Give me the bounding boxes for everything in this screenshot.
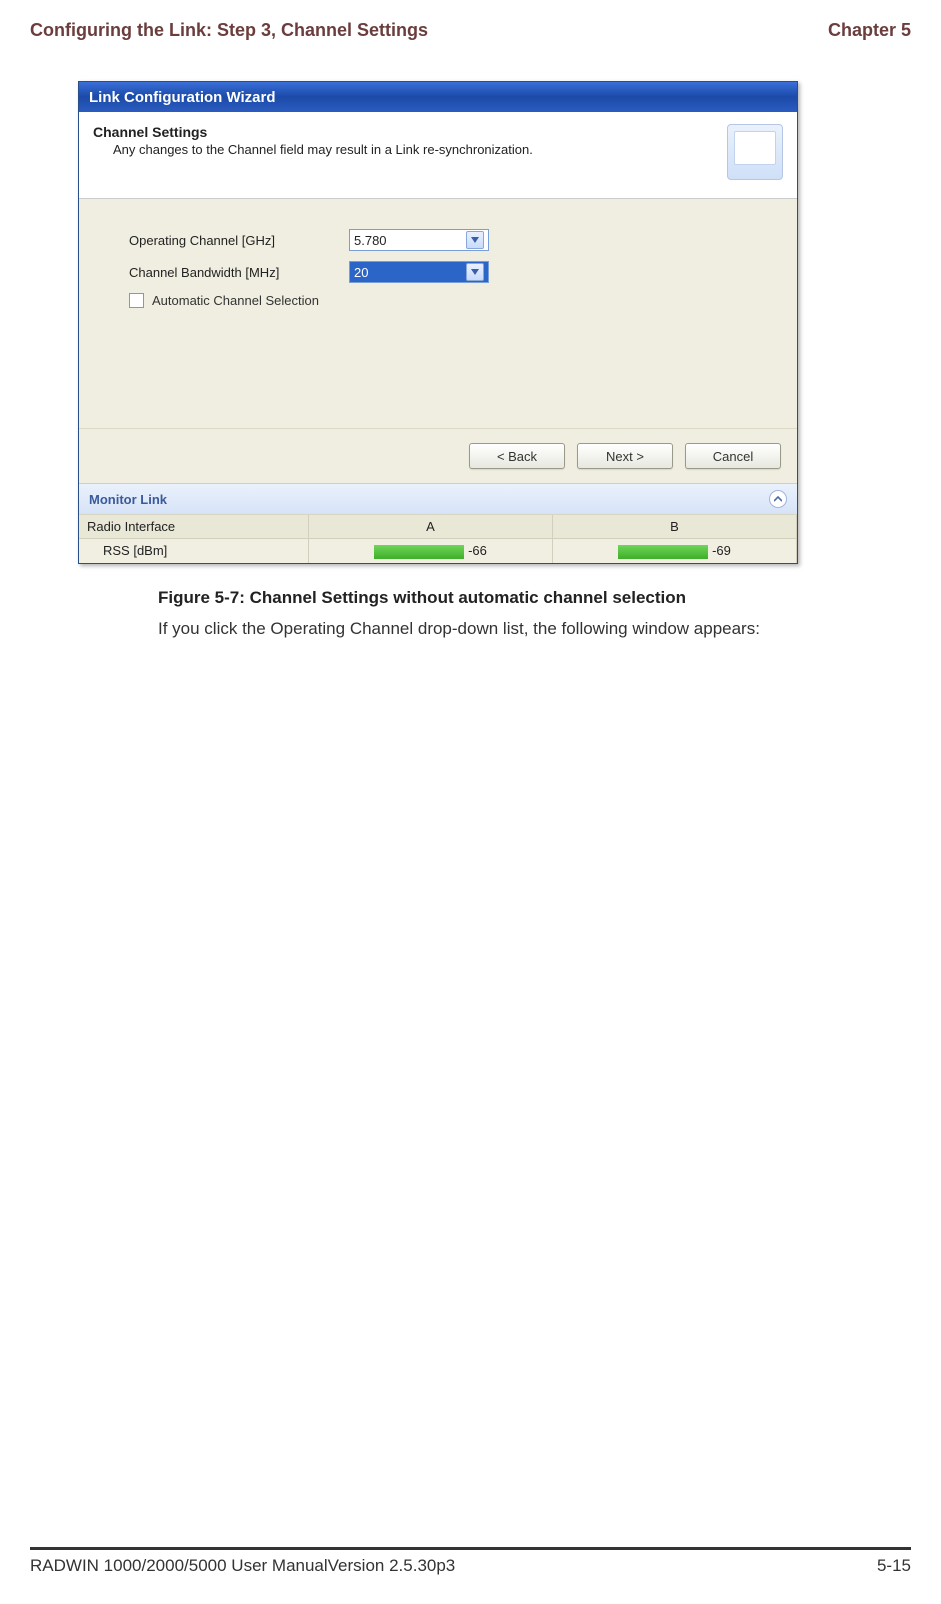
section-desc: Any changes to the Channel field may res… — [113, 142, 533, 157]
collapse-icon[interactable] — [769, 490, 787, 508]
footer-left: RADWIN 1000/2000/5000 User ManualVersion… — [30, 1556, 455, 1576]
op-channel-label: Operating Channel [GHz] — [129, 233, 349, 248]
body-paragraph: If you click the Operating Channel drop-… — [158, 618, 871, 641]
chevron-down-icon[interactable] — [466, 263, 484, 281]
col-b-header: B — [553, 515, 797, 538]
wizard-window: Link Configuration Wizard Channel Settin… — [78, 81, 798, 564]
next-button[interactable]: Next > — [577, 443, 673, 469]
wizard-title: Link Configuration Wizard — [89, 89, 276, 106]
cancel-button[interactable]: Cancel — [685, 443, 781, 469]
rss-b-cell: -69 — [553, 539, 797, 563]
rss-a-cell: -66 — [309, 539, 553, 563]
footer-right: 5-15 — [877, 1556, 911, 1576]
rss-a-value: -66 — [468, 543, 487, 558]
monitor-link-title: Monitor Link — [89, 492, 167, 507]
op-channel-select[interactable]: 5.780 — [349, 229, 489, 251]
acs-label: Automatic Channel Selection — [152, 293, 319, 308]
bandwidth-label: Channel Bandwidth [MHz] — [129, 265, 349, 280]
wizard-titlebar: Link Configuration Wizard — [79, 82, 797, 112]
figure-caption: Figure 5-7: Channel Settings without aut… — [158, 588, 911, 608]
monitor-link-bar[interactable]: Monitor Link — [79, 483, 797, 514]
radio-table: Radio Interface A B RSS [dBm] -66 -69 — [79, 514, 797, 563]
rss-b-value: -69 — [712, 543, 731, 558]
acs-checkbox[interactable] — [129, 293, 144, 308]
wizard-header-panel: Channel Settings Any changes to the Chan… — [79, 112, 797, 199]
col-a-header: A — [309, 515, 553, 538]
rss-b-bar — [618, 545, 708, 559]
op-channel-value: 5.780 — [354, 233, 387, 248]
section-title: Channel Settings — [93, 124, 533, 140]
form-area: Operating Channel [GHz] 5.780 Channel Ba… — [79, 199, 797, 428]
bandwidth-select[interactable]: 20 — [349, 261, 489, 283]
rss-label: RSS [dBm] — [79, 539, 309, 563]
monitor-icon — [727, 124, 783, 180]
header-right: Chapter 5 — [828, 20, 911, 41]
iface-label: Radio Interface — [79, 515, 309, 538]
rss-a-bar — [374, 545, 464, 559]
wizard-buttons: < Back Next > Cancel — [79, 428, 797, 483]
bandwidth-value: 20 — [354, 265, 368, 280]
chevron-down-icon[interactable] — [466, 231, 484, 249]
header-left: Configuring the Link: Step 3, Channel Se… — [30, 20, 428, 41]
back-button[interactable]: < Back — [469, 443, 565, 469]
